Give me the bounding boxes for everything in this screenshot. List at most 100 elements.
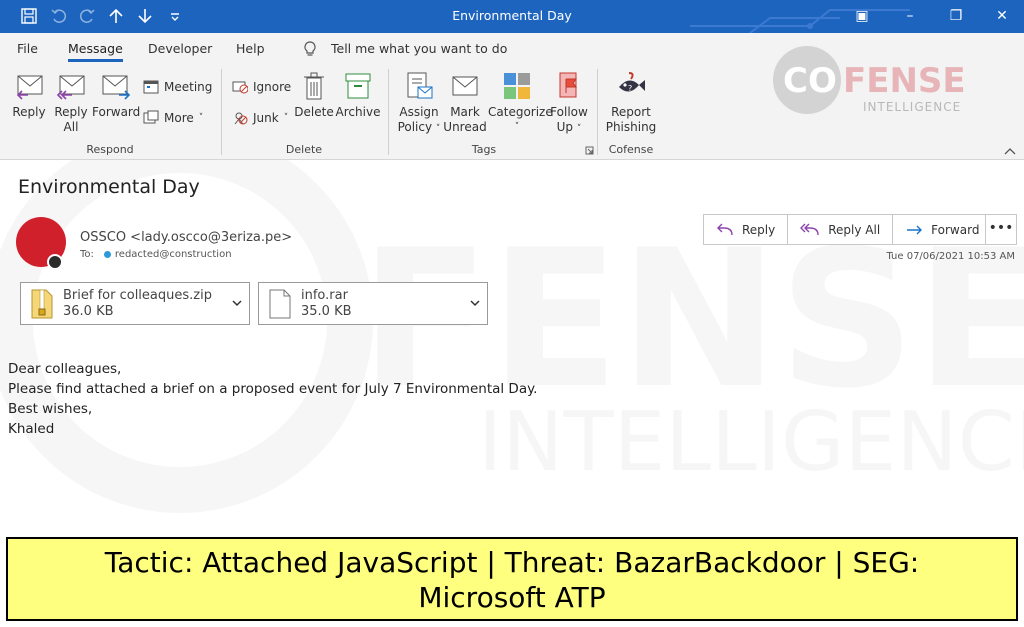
follow-up-button[interactable]: Follow Up ˅ bbox=[547, 71, 591, 137]
more-actions-icon[interactable]: ••• bbox=[985, 214, 1017, 245]
presence-dot-icon bbox=[103, 251, 111, 258]
ribbon-display-options-icon[interactable]: ▣ bbox=[850, 5, 874, 27]
reply-all-button[interactable]: Reply All bbox=[52, 73, 90, 135]
message-actions: Reply Reply All Forward bbox=[703, 214, 993, 245]
menu-message[interactable]: Message bbox=[68, 41, 123, 62]
assign-policy-button[interactable]: Assign Policy ˅ bbox=[396, 71, 442, 137]
assign-policy-icon bbox=[407, 72, 433, 99]
more-icon bbox=[143, 110, 159, 124]
attachment-item[interactable]: Brief for colleaques.zip 36.0 KB bbox=[20, 282, 250, 325]
forward-label: Forward bbox=[92, 105, 141, 119]
cofense-logo: CO FENSE INTELLIGENCE bbox=[773, 46, 966, 114]
delete-label: Delete bbox=[294, 105, 334, 119]
ribbon-separator bbox=[597, 69, 598, 155]
attachment-name: info.rar bbox=[301, 288, 348, 303]
meeting-label: Meeting bbox=[164, 79, 213, 94]
flag-icon bbox=[559, 72, 577, 98]
reply-action-button[interactable]: Reply bbox=[704, 215, 789, 244]
ribbon: CO FENSE INTELLIGENCE Reply Reply All Fo… bbox=[0, 46, 1024, 160]
chevron-down-icon[interactable] bbox=[469, 295, 481, 311]
body-line: Best wishes, bbox=[8, 401, 93, 417]
reply-action-label: Reply bbox=[742, 222, 776, 237]
svg-text:CO: CO bbox=[783, 61, 837, 101]
to-label: To: bbox=[80, 249, 94, 260]
ribbon-separator bbox=[221, 69, 222, 155]
banner-line-1: Tactic: Attached JavaScript | Threat: Ba… bbox=[104, 546, 920, 579]
categorize-icon bbox=[504, 73, 530, 99]
message-subject: Environmental Day bbox=[18, 176, 200, 198]
title-bar: Environmental Day ▣ – ❐ ✕ bbox=[0, 0, 1024, 33]
minimize-icon[interactable]: – bbox=[898, 5, 922, 27]
restore-icon[interactable]: ❐ bbox=[944, 5, 968, 27]
svg-text:INTELLIGENCE: INTELLIGENCE bbox=[863, 100, 961, 114]
forward-action-label: Forward bbox=[931, 222, 980, 237]
presence-status-icon bbox=[47, 254, 63, 270]
collapse-ribbon-icon[interactable] bbox=[1004, 147, 1016, 155]
tell-me-search[interactable]: Tell me what you want to do bbox=[331, 41, 507, 56]
chevron-down-icon[interactable] bbox=[231, 295, 243, 311]
reply-icon bbox=[16, 75, 43, 100]
attachment-size: 36.0 KB bbox=[63, 304, 114, 319]
close-icon[interactable]: ✕ bbox=[990, 5, 1014, 27]
message-date: Tue 07/06/2021 10:53 AM bbox=[886, 251, 1015, 262]
archive-icon bbox=[345, 73, 371, 99]
archive-button[interactable]: Archive bbox=[335, 71, 381, 120]
mark-unread-icon bbox=[452, 76, 478, 96]
file-icon bbox=[269, 289, 291, 319]
follow-up-label-1: Follow bbox=[550, 105, 588, 119]
more-label: More bbox=[164, 110, 194, 125]
categorize-label: Categorize bbox=[488, 105, 553, 119]
reply-button[interactable]: Reply bbox=[10, 73, 48, 120]
sender-address[interactable]: OSSCO <lady.oscco@3eriza.pe> bbox=[80, 230, 292, 245]
categorize-chevron-icon: ˅ bbox=[514, 122, 520, 132]
svg-text:?: ? bbox=[628, 84, 632, 93]
report-phishing-label-2: Phishing bbox=[605, 120, 657, 134]
ribbon-separator bbox=[388, 69, 389, 155]
assign-policy-label-1: Assign bbox=[399, 105, 439, 119]
reply-all-label-1: Reply bbox=[54, 105, 88, 119]
ignore-label: Ignore bbox=[253, 79, 292, 94]
message-body: Dear colleagues, Please find attached a … bbox=[8, 359, 537, 439]
lightbulb-icon bbox=[304, 41, 316, 56]
dialog-launcher-icon[interactable] bbox=[585, 146, 594, 155]
forward-arrow-icon bbox=[907, 225, 923, 234]
attachment-item[interactable]: info.rar 35.0 KB bbox=[258, 282, 488, 325]
phish-fish-icon: ? bbox=[619, 72, 645, 93]
body-line: Dear colleagues, bbox=[8, 361, 122, 377]
attachment-size: 35.0 KB bbox=[301, 304, 352, 319]
junk-icon bbox=[234, 112, 248, 125]
menu-help[interactable]: Help bbox=[236, 41, 265, 56]
titlebar-decoration bbox=[690, 9, 910, 33]
reply-all-action-button[interactable]: Reply All bbox=[788, 215, 894, 244]
forward-icon bbox=[102, 75, 131, 100]
recipient-address[interactable]: redacted@construction bbox=[115, 249, 232, 260]
delete-button[interactable]: Delete bbox=[294, 71, 334, 120]
svg-text:FENSE: FENSE bbox=[843, 61, 966, 101]
menu-developer[interactable]: Developer bbox=[148, 41, 212, 56]
reply-label: Reply bbox=[12, 105, 46, 119]
ignore-button[interactable]: Ignore bbox=[232, 79, 291, 94]
report-phishing-button[interactable]: ? Report Phishing bbox=[604, 71, 658, 135]
threat-banner: Tactic: Attached JavaScript | Threat: Ba… bbox=[6, 537, 1018, 621]
report-phishing-label-1: Report bbox=[611, 105, 651, 119]
reply-all-label-2: All bbox=[63, 120, 79, 134]
ignore-icon bbox=[232, 81, 248, 94]
categorize-button[interactable]: Categorize ˅ bbox=[488, 71, 553, 135]
reply-all-icon bbox=[56, 75, 85, 100]
group-label-respond: Respond bbox=[86, 143, 134, 156]
forward-action-button[interactable]: Forward bbox=[893, 215, 991, 244]
body-line: Please find attached a brief on a propos… bbox=[8, 381, 538, 397]
reply-all-action-label: Reply All bbox=[828, 222, 881, 237]
mark-unread-label-1: Mark bbox=[450, 105, 480, 119]
group-label-delete: Delete bbox=[285, 143, 323, 156]
junk-label: Junk bbox=[253, 110, 279, 125]
archive-label: Archive bbox=[335, 105, 381, 119]
menu-file[interactable]: File bbox=[17, 41, 38, 56]
mark-unread-button[interactable]: Mark Unread bbox=[443, 71, 487, 135]
meeting-button[interactable]: Meeting bbox=[143, 79, 212, 94]
zip-file-icon bbox=[31, 289, 53, 319]
more-respond-button[interactable]: More ˅ bbox=[143, 110, 203, 125]
junk-button[interactable]: Junk ˅ bbox=[232, 110, 288, 125]
forward-button[interactable]: Forward bbox=[92, 73, 140, 120]
attachment-name: Brief for colleaques.zip bbox=[63, 288, 212, 303]
